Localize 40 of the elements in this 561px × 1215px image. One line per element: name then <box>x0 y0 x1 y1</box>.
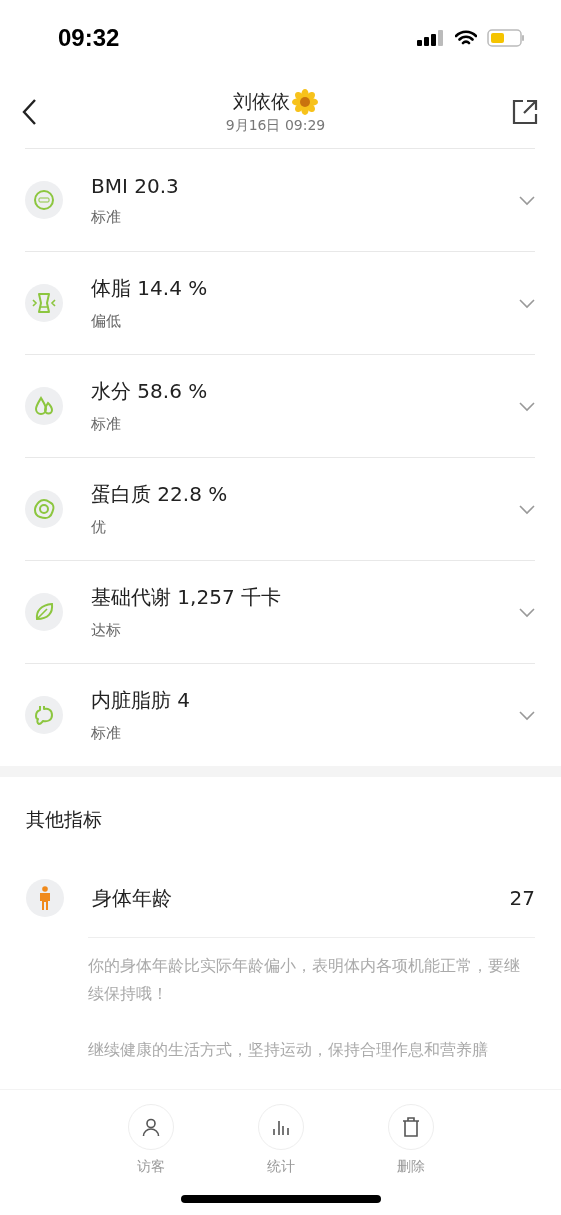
drops-icon <box>33 395 55 417</box>
egg-icon <box>33 498 55 520</box>
battery-icon <box>487 28 525 47</box>
date-time: 9月16日 09:29 <box>225 116 326 135</box>
metric-label: 身体年龄 <box>92 884 173 912</box>
section-heading: 其他指标 <box>26 807 103 832</box>
chevron-down-icon[interactable] <box>519 504 535 515</box>
metric-status: 标准 <box>91 207 122 227</box>
trash-icon <box>400 1116 421 1138</box>
chevron-down-icon[interactable] <box>519 710 535 721</box>
metric-value: BMI 20.3 <box>91 173 180 198</box>
stomach-icon <box>33 704 55 726</box>
metric-value: 27 <box>509 886 535 910</box>
waist-icon <box>32 292 56 314</box>
metric-status: 偏低 <box>91 312 122 331</box>
share-button[interactable] <box>511 97 539 126</box>
chevron-down-icon[interactable] <box>519 298 535 309</box>
advice-paragraph: 继续健康的生活方式，坚持运动，保持合理作息和营养膳 <box>88 1040 489 1061</box>
metric-status: 达标 <box>91 621 122 640</box>
chevron-down-icon[interactable] <box>519 401 535 412</box>
person-icon <box>140 1117 161 1137</box>
metric-status: 优 <box>91 518 107 537</box>
bmi-icon <box>33 189 55 211</box>
metric-value: 内脏脂肪 4 <box>91 687 192 714</box>
metric-value: 体脂 14.4 % <box>91 275 209 302</box>
chevron-down-icon[interactable] <box>519 607 535 618</box>
leaf-icon <box>33 601 55 623</box>
metric-status: 标准 <box>91 724 122 743</box>
signal-icon <box>417 29 445 46</box>
advice-paragraph: 你的身体年龄比实际年龄偏小，表明体内各项机能正常，要继续保持哦！ <box>88 956 521 1005</box>
wifi-icon <box>455 29 477 46</box>
user-name: 刘依依 <box>233 88 290 114</box>
metric-status: 标准 <box>91 415 122 434</box>
clock: 09:32 <box>58 23 120 52</box>
metric-value: 基础代谢 1,257 千卡 <box>91 584 282 611</box>
flower-icon <box>292 88 318 115</box>
person-icon <box>38 886 52 910</box>
metric-value: 水分 58.6 % <box>91 378 209 405</box>
metric-value: 蛋白质 22.8 % <box>91 481 229 508</box>
chevron-down-icon[interactable] <box>519 195 535 206</box>
